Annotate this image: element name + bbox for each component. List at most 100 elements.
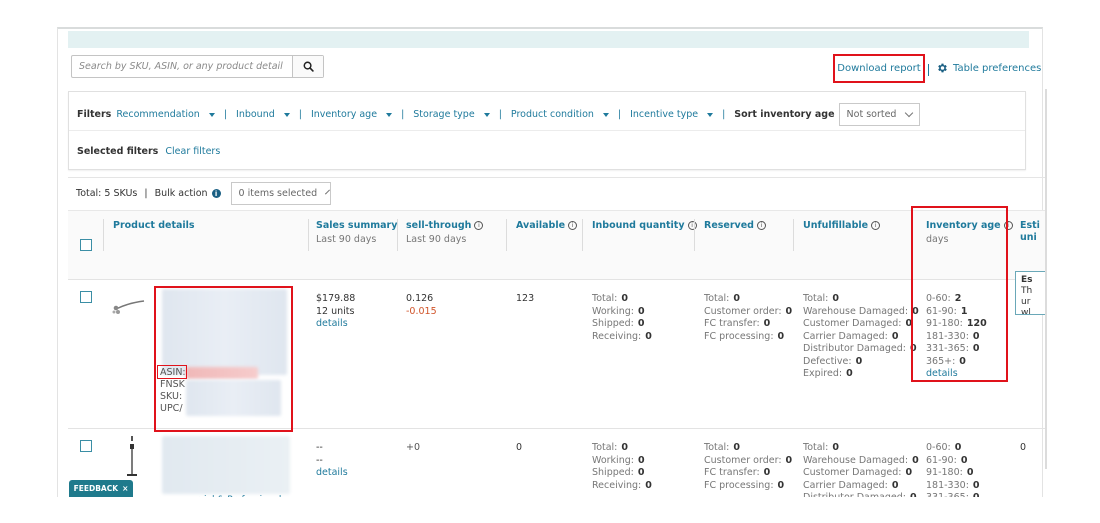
header-estimated[interactable]: Esti uni <box>1020 220 1040 244</box>
inventory-age-details-link[interactable]: details <box>926 368 958 379</box>
kv-line: FC transfer: 0 <box>704 467 792 480</box>
select-all-checkbox[interactable] <box>80 239 92 251</box>
kv-value: 0 <box>777 330 785 342</box>
kv-line: Warehouse Damaged: 0 <box>803 306 919 319</box>
selected-filters-label: Selected filters <box>77 146 159 157</box>
kv-key: Total: <box>704 293 730 304</box>
upc-label: UPC/ <box>160 403 183 414</box>
search-bar <box>71 55 324 78</box>
kv-key: Customer Damaged: <box>803 318 902 329</box>
header-available[interactable]: Available i <box>516 220 578 231</box>
filter-label: Inbound <box>236 109 275 120</box>
kv-value: 0 <box>960 454 968 466</box>
table-row: ASIN: FNSK SKU: UPC/ $179.88 12 units de… <box>68 281 1045 432</box>
kv-value: 0 <box>905 467 913 478</box>
kv-value: 0 <box>891 330 899 342</box>
toolbar-separator: | <box>144 188 148 199</box>
kv-key: Total: <box>704 442 730 453</box>
kv-value: 2 <box>954 293 962 304</box>
kv-value: 0 <box>972 330 980 342</box>
kv-line: Working: 0 <box>592 306 652 319</box>
sort-value: Not sorted <box>846 109 897 120</box>
kv-value: 0 <box>733 293 741 304</box>
kv-value: 120 <box>966 318 987 329</box>
kv-key: FC transfer: <box>704 318 760 329</box>
sales-details-link[interactable]: details <box>316 318 348 329</box>
caret-down-icon <box>707 112 714 117</box>
header-inbound-quantity[interactable]: Inbound quantity i <box>592 220 697 231</box>
kv-line: Receiving: 0 <box>592 331 652 344</box>
caret-down-icon <box>602 112 609 117</box>
filter-inbound[interactable]: Inbound <box>236 109 290 120</box>
kv-key: Warehouse Damaged: <box>803 305 909 317</box>
header-reserved[interactable]: Reserved i <box>704 220 766 231</box>
product-identifiers: ASIN: FNSK SKU: UPC/ <box>160 367 186 415</box>
kv-key: 0-60: <box>926 442 951 453</box>
kv-key: Total: <box>592 442 618 453</box>
download-report-button[interactable]: Download report <box>833 54 925 83</box>
kv-key: Defective: <box>803 355 852 367</box>
header-sell-through[interactable]: sell-through i Last 90 days <box>406 220 484 245</box>
items-selected-dropdown[interactable]: 0 items selected <box>230 182 331 205</box>
filter-incentive-type[interactable]: Incentive type <box>630 109 714 120</box>
vertical-scrollbar[interactable] <box>1045 89 1047 469</box>
sell-through-value: 0.126 <box>406 293 434 304</box>
filter-separator: | <box>223 109 228 120</box>
info-icon[interactable]: i <box>568 221 578 230</box>
info-icon[interactable]: i <box>474 221 484 230</box>
header-unfulfillable[interactable]: Unfulfillable i <box>803 220 881 231</box>
header-product-details[interactable]: Product details <box>113 220 195 231</box>
kv-key: Working: <box>592 454 634 466</box>
asin-value-redacted <box>186 367 258 379</box>
kv-line: Customer Damaged: 0 <box>803 467 919 480</box>
row-checkbox[interactable] <box>80 440 92 452</box>
header-inventory-age[interactable]: Inventory age i days <box>926 220 1013 245</box>
info-icon[interactable]: i <box>1003 221 1013 230</box>
filter-product-condition[interactable]: Product condition <box>511 109 609 120</box>
clear-filters-link[interactable]: Clear filters <box>165 146 220 157</box>
unfulfillable-cell: Total: 0 Warehouse Damaged: 0 Customer Damag… <box>803 293 919 381</box>
filter-separator: | <box>401 109 405 120</box>
asin-label: ASIN: <box>160 367 186 378</box>
kv-line: Working: 0 <box>592 455 652 468</box>
filter-inventory-age[interactable]: Inventory age <box>310 109 393 120</box>
kv-value: 0 <box>966 467 974 478</box>
kv-key: Total: <box>592 293 618 304</box>
filters-row: Filters Recommendation | Inbound | Inven… <box>77 103 921 126</box>
kv-value: 1 <box>960 305 968 317</box>
kv-key: Warehouse Damaged: <box>803 454 909 466</box>
filter-recommendation[interactable]: Recommendation <box>116 109 215 120</box>
inbound-cell: Total: 0 Working: 0 Shipped: 0 Receiving: 0 <box>592 293 652 343</box>
kv-line: 181-330: 0 <box>926 331 987 344</box>
product-image[interactable] <box>110 299 150 317</box>
info-icon[interactable]: i <box>211 189 221 198</box>
kv-key: Total: <box>803 293 829 304</box>
filter-separator: | <box>498 109 502 120</box>
search-input[interactable] <box>72 56 292 77</box>
info-icon[interactable]: i <box>756 221 766 230</box>
close-icon[interactable]: × <box>122 484 128 493</box>
caret-down-icon <box>208 112 215 117</box>
filters-label: Filters <box>77 109 112 120</box>
kv-line: 61-90: 1 <box>926 306 987 319</box>
table-preferences-button[interactable]: Table preferences <box>936 62 1041 74</box>
sales-details-link[interactable]: details <box>316 467 348 478</box>
filter-storage-type[interactable]: Storage type <box>413 109 490 120</box>
kv-key: 181-330: <box>926 479 969 491</box>
available-cell: 0 <box>516 442 523 453</box>
feedback-button[interactable]: FEEDBACK × <box>69 480 133 497</box>
row-checkbox[interactable] <box>80 291 92 303</box>
sort-inventory-age-select[interactable]: Not sorted <box>838 103 921 126</box>
kv-value: 0 <box>905 318 913 329</box>
inventory-age-cell: 0-60: 2 61-90: 1 91-180: 120 181-330: 0 331-365:… <box>926 293 987 381</box>
search-button[interactable] <box>292 56 323 77</box>
kv-value: 0 <box>637 454 645 466</box>
filter-label: Inventory age <box>310 109 378 120</box>
info-icon[interactable]: i <box>687 221 697 230</box>
kv-key: 365+: <box>926 355 956 367</box>
header-sales-summary[interactable]: Sales summary Last 90 days <box>316 220 397 245</box>
kv-key: 0-60: <box>926 293 951 304</box>
sell-through-cell: 0.126 -0.015 <box>406 293 437 318</box>
info-icon[interactable]: i <box>871 221 881 230</box>
product-image[interactable] <box>126 436 138 478</box>
